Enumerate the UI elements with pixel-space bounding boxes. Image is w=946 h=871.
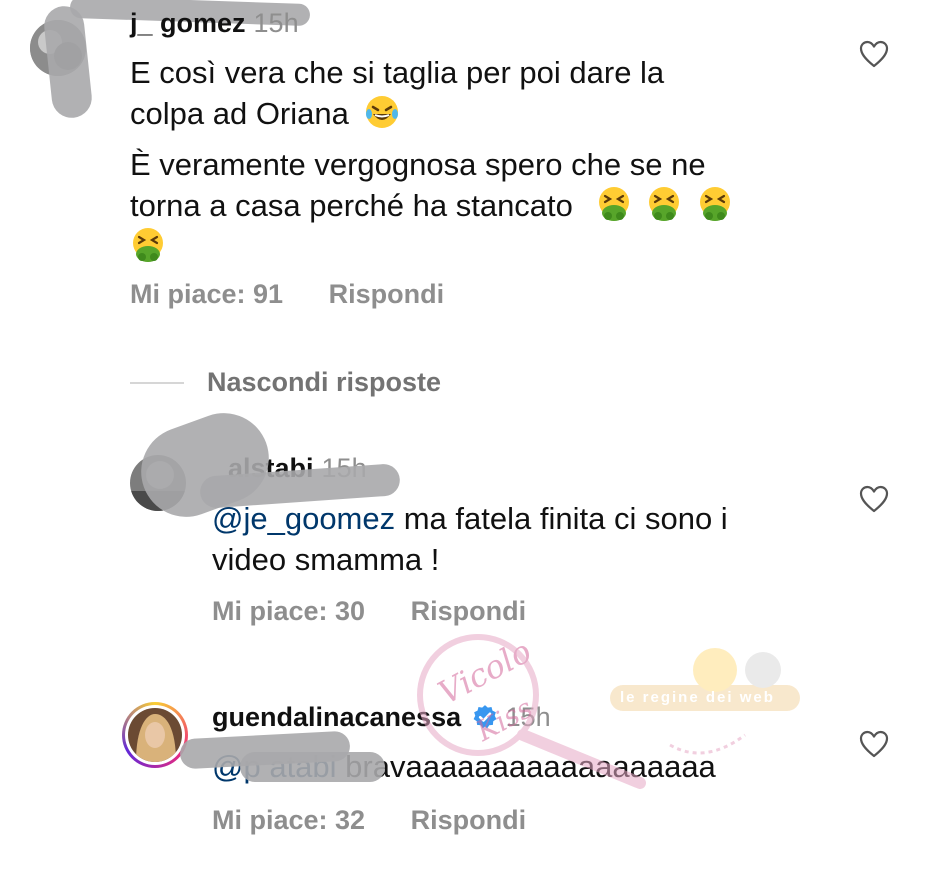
vomiting-emoji-icon — [133, 228, 163, 262]
comment-text: E così vera che si taglia per poi dare l… — [130, 52, 733, 267]
vomiting-emoji-icon — [699, 187, 730, 221]
comment-line-text: ma fatela finita ci sono i — [395, 501, 728, 536]
avatar[interactable] — [122, 702, 188, 768]
timestamp: 15h — [253, 8, 299, 38]
timestamp: 15h — [505, 702, 551, 732]
redaction-smudge — [42, 4, 94, 120]
like-heart-icon[interactable] — [859, 485, 889, 513]
replies-divider — [130, 382, 184, 384]
laughing-emoji-icon — [365, 96, 398, 128]
hide-replies-button[interactable]: Nascondi risposte — [207, 367, 441, 398]
comment-line-text: colpa ad Oriana — [130, 96, 349, 131]
mention-link[interactable]: @je_goomez — [212, 501, 395, 536]
username[interactable]: guendalinacanessa — [212, 702, 461, 732]
comment-line-text: bravaaaaaaaaaaaaaaaaaa — [336, 749, 716, 784]
likes-count[interactable]: Mi piace: 30 — [212, 596, 365, 627]
comment-actions: Mi piace: 91 Rispondi — [130, 279, 444, 310]
comment-line-text: torna a casa perché ha stancato — [130, 188, 573, 223]
reply-button[interactable]: Rispondi — [329, 279, 445, 310]
comment-line: video smamma ! — [212, 542, 440, 577]
vomiting-emoji-icon — [649, 187, 680, 221]
like-heart-icon[interactable] — [859, 40, 889, 68]
comment-line: E così vera che si taglia per poi dare l… — [130, 55, 665, 90]
comment-line: colpa ad Oriana — [130, 93, 733, 134]
like-heart-icon[interactable] — [859, 730, 889, 758]
comment-line: È veramente vergognosa spero che se ne — [130, 147, 706, 182]
redaction-smudge — [240, 752, 385, 782]
comment-header: j_ gomez 15h — [130, 8, 299, 39]
comment-line: @je_goomez ma fatela finita ci sono i — [212, 498, 728, 539]
likes-count[interactable]: Mi piace: 32 — [212, 805, 365, 836]
vomiting-emoji-icon — [598, 187, 629, 221]
reply-button[interactable]: Rispondi — [411, 805, 527, 836]
verified-badge-icon — [473, 705, 496, 729]
comment-actions: Mi piace: 30 Rispondi — [212, 596, 526, 627]
watermark-text: Vicolo — [431, 631, 538, 713]
comment-text: @je_goomez ma fatela finita ci sono i vi… — [212, 498, 728, 580]
watermark-banner: le regine dei web — [620, 689, 775, 706]
username[interactable]: j_ gomez — [130, 8, 246, 38]
comment-line — [130, 226, 733, 267]
comment-header: guendalinacanessa 15h — [212, 702, 551, 733]
comment-line: torna a casa perché ha stancato — [130, 185, 733, 226]
likes-count[interactable]: Mi piace: 91 — [130, 279, 283, 310]
reply-button[interactable]: Rispondi — [411, 596, 527, 627]
comment-actions: Mi piace: 32 Rispondi — [212, 805, 526, 836]
